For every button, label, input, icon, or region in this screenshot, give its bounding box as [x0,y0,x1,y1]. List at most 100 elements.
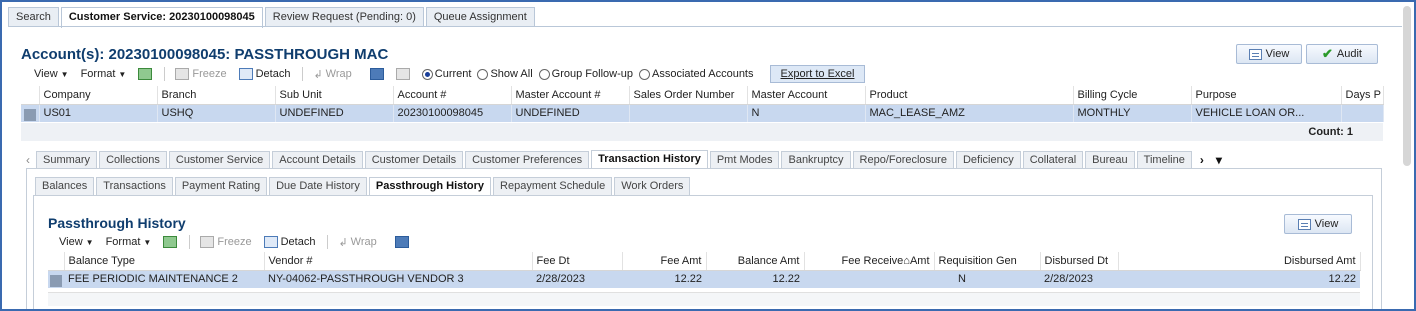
detach-icon [238,68,253,80]
view-menu[interactable]: View ▼ [59,236,94,248]
col-requisition-gen[interactable]: Requisition Gen [934,252,1041,271]
detach-button[interactable]: Detach [263,236,315,248]
col-master-account-number[interactable]: Master Account # [511,86,630,105]
tab-repayment-schedule[interactable]: Repayment Schedule [493,177,613,195]
scroll-left-icon[interactable]: ‹ [26,151,30,169]
wrap-button[interactable]: ↲ Wrap [313,68,351,81]
toolbar-separator [327,235,329,249]
check-icon: ✔ [1322,46,1333,61]
table-row[interactable]: FEE PERIODIC MAINTENANCE 2 NY-04062-PASS… [48,270,1360,288]
tab-customer-service[interactable]: Customer Service: 20230100098045 [60,7,263,28]
vertical-scrollbar[interactable] [1403,6,1411,166]
grid-export-icon [138,68,153,80]
row-marker[interactable] [21,104,40,122]
tab-passthrough-history[interactable]: Passthrough History [368,177,492,197]
account-toolbar: View ▼ Format ▼ Freeze Detach ↲ Wrap Curren… [34,65,866,83]
tab-summary[interactable]: Summary [36,151,98,169]
tab-deficiency[interactable]: Deficiency [955,151,1021,169]
col-billing-cycle[interactable]: Billing Cycle [1073,86,1192,105]
radio-icon [638,68,650,80]
col-branch[interactable]: Branch [157,86,276,105]
cell: MONTHLY [1073,104,1192,122]
tab-work-orders[interactable]: Work Orders [614,177,691,195]
row-marker[interactable] [48,270,64,288]
audit-button[interactable]: ✔ Audit [1306,44,1378,64]
tab-collections[interactable]: Collections [99,151,167,169]
radio-current[interactable]: Current [421,68,471,80]
refresh-button[interactable] [369,68,384,80]
tab-pmt-modes[interactable]: Pmt Modes [709,151,780,169]
chevron-down-icon: ▼ [85,237,94,247]
tab-customer-service-main[interactable]: Customer Service [168,151,271,169]
tab-search[interactable]: Search [8,7,59,27]
col-balance-type[interactable]: Balance Type [64,252,265,271]
tab-queue-assignment[interactable]: Queue Assignment [425,7,535,27]
col-fee-amt[interactable]: Fee Amt [622,252,707,271]
horizontal-scrollbar[interactable] [48,292,1360,306]
tab-customer-preferences[interactable]: Customer Preferences [465,151,590,169]
col-balance-amt[interactable]: Balance Amt [706,252,805,271]
cell [629,104,748,122]
radio-icon [538,68,550,80]
col-days-past[interactable]: Days P [1341,86,1384,105]
passthrough-view-button[interactable]: View [1284,214,1352,234]
col-sub-unit[interactable]: Sub Unit [275,86,394,105]
wrap-button[interactable]: ↲ Wrap [338,236,376,249]
wrap-label: Wrap [325,68,352,80]
col-fee-dt[interactable]: Fee Dt [532,252,623,271]
radio-icon [477,68,489,80]
radio-show-all[interactable]: Show All [477,68,533,80]
radio-show-all-label: Show All [490,68,533,80]
format-menu[interactable]: Format ▼ [106,236,152,248]
tab-review-request[interactable]: Review Request (Pending: 0) [264,7,424,27]
cell [1341,104,1384,122]
radio-group-follow-up[interactable]: Group Follow-up [538,68,633,80]
col-sales-order-number[interactable]: Sales Order Number [629,86,748,105]
col-disbursed-amt[interactable]: Disbursed Amt [1118,252,1361,271]
export-grid-icon[interactable] [163,236,178,248]
detach-button[interactable]: Detach [238,68,290,80]
tab-due-date-history[interactable]: Due Date History [269,177,367,195]
print-button[interactable] [395,68,410,80]
col-disbursed-dt[interactable]: Disbursed Dt [1040,252,1119,271]
col-master-account[interactable]: Master Account [747,86,866,105]
tab-transaction-history[interactable]: Transaction History [591,150,708,169]
tab-payment-rating[interactable]: Payment Rating [174,177,268,195]
cell: MAC_LEASE_AMZ [865,104,1074,122]
record-count: Count: 1 [21,123,1383,141]
view-menu-label: View [59,236,83,248]
freeze-button[interactable]: Freeze [200,236,252,248]
export-to-excel-button[interactable]: Export to Excel [769,65,866,83]
col-purpose[interactable]: Purpose [1191,86,1342,105]
col-vendor-number[interactable]: Vendor # [264,252,533,271]
tab-repo-foreclosure[interactable]: Repo/Foreclosure [852,151,954,169]
chevron-down-icon: ▼ [143,237,152,247]
radio-associated-accounts[interactable]: Associated Accounts [638,68,754,80]
col-company[interactable]: Company [39,86,158,105]
chevron-down-icon[interactable]: ▾ [1216,151,1222,169]
freeze-button[interactable]: Freeze [175,68,227,80]
view-menu[interactable]: View ▼ [34,68,69,80]
tab-transactions[interactable]: Transactions [96,177,173,195]
top-tab-bar: Search Customer Service: 20230100098045 … [8,7,537,28]
radio-selected-icon [421,68,433,80]
col-account-number[interactable]: Account # [393,86,512,105]
table-row[interactable]: US01 USHQ UNDEFINED 20230100098045 UNDEF… [21,104,1384,122]
export-grid-icon[interactable] [138,68,153,80]
tab-timeline[interactable]: Timeline [1136,151,1192,169]
passthrough-grid-header: Balance Type Vendor # Fee Dt Fee Amt Bal… [48,252,1361,271]
format-menu[interactable]: Format ▼ [81,68,127,80]
tab-collateral[interactable]: Collateral [1022,151,1084,169]
cell: UNDEFINED [511,104,630,122]
refresh-button[interactable] [394,236,409,248]
cell: UNDEFINED [275,104,394,122]
tab-account-details[interactable]: Account Details [272,151,363,169]
scroll-right-icon[interactable]: › [1200,151,1204,169]
col-fee-received-amt[interactable]: Fee Receive⌂Amt [804,252,935,271]
col-product[interactable]: Product [865,86,1074,105]
tab-bankruptcy[interactable]: Bankruptcy [781,151,851,169]
tab-customer-details[interactable]: Customer Details [364,151,464,169]
view-button[interactable]: View [1236,44,1302,64]
tab-bureau[interactable]: Bureau [1085,151,1135,169]
tab-balances[interactable]: Balances [35,177,95,195]
